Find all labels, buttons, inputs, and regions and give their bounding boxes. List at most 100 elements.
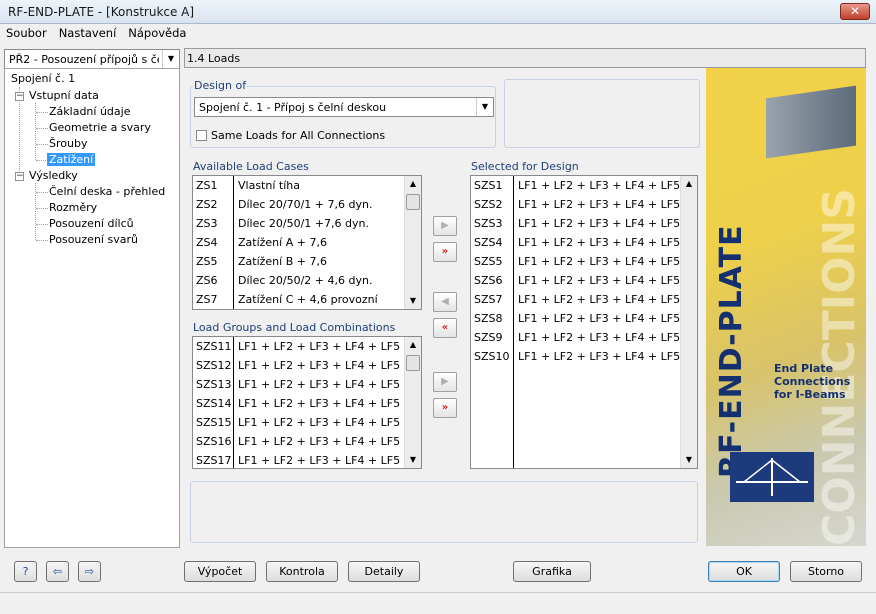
selected-list[interactable]: SZS1 LF1 + LF2 + LF3 + LF4 + LF5 + L SZS2 L… <box>470 175 698 469</box>
collapse-icon[interactable]: − <box>15 92 24 101</box>
scroll-down-icon[interactable]: ▼ <box>405 452 421 468</box>
close-button[interactable]: ✕ <box>840 3 870 20</box>
beam-image <box>766 85 856 159</box>
load-description: LF1 + LF2 + LF3 + LF4 + LF5 + L <box>518 312 698 325</box>
ok-button[interactable]: OK <box>708 561 780 582</box>
selected-scrollbar[interactable]: ▲ ▼ <box>680 176 697 468</box>
list-item[interactable]: SZS16 LF1 + LF2 + LF3 + LF4 + LF5 + LI <box>193 432 421 451</box>
load-id: ZS5 <box>196 255 218 268</box>
list-item[interactable]: SZS5 LF1 + LF2 + LF3 + LF4 + LF5 + L <box>471 252 697 271</box>
load-id: SZS14 <box>196 397 232 410</box>
tree-item-geometry[interactable]: Geometrie a svary <box>49 121 151 134</box>
groups-list[interactable]: SZS11 LF1 + LF2 + LF3 + LF4 + LF5 + LI SZS… <box>192 336 422 469</box>
list-item[interactable]: SZS15 LF1 + LF2 + LF3 + LF4 + LF5 + LI <box>193 413 421 432</box>
scroll-thumb[interactable] <box>406 194 420 210</box>
remove-all-button[interactable]: « <box>433 318 457 338</box>
navigator-tree: Spojení č. 1 − Vstupní data Základní úda… <box>4 68 180 548</box>
list-item[interactable]: SZS7 LF1 + LF2 + LF3 + LF4 + LF5 + L <box>471 290 697 309</box>
add-button[interactable]: ▶ <box>433 216 457 236</box>
tree-item-dimensions[interactable]: Rozměry <box>49 201 97 214</box>
groups-scrollbar[interactable]: ▲ ▼ <box>404 337 421 468</box>
list-item[interactable]: SZS10 LF1 + LF2 + LF3 + LF4 + LF5 + L <box>471 347 697 366</box>
load-description: Zatížení A + 7,6 <box>238 236 327 249</box>
tree-input-data[interactable]: Vstupní data <box>29 89 99 102</box>
tree-root[interactable]: Spojení č. 1 <box>11 72 75 85</box>
collapse-icon[interactable]: − <box>15 172 24 181</box>
available-list[interactable]: ZS1 Vlastní tíha ZS2 Dílec 20/70/1 + 7,6 dy… <box>192 175 422 310</box>
list-item[interactable]: SZS14 LF1 + LF2 + LF3 + LF4 + LF5 + LI <box>193 394 421 413</box>
menu-file[interactable]: Soubor <box>0 24 53 40</box>
scroll-down-icon[interactable]: ▼ <box>681 452 697 468</box>
remove-button[interactable]: ◀ <box>433 292 457 312</box>
list-item[interactable]: SZS1 LF1 + LF2 + LF3 + LF4 + LF5 + L <box>471 176 697 195</box>
scroll-thumb[interactable] <box>406 355 420 371</box>
load-description: LF1 + LF2 + LF3 + LF4 + LF5 + LI <box>238 378 422 391</box>
cancel-button[interactable]: Storno <box>790 561 862 582</box>
load-id: SZS12 <box>196 359 232 372</box>
load-description: LF1 + LF2 + LF3 + LF4 + LF5 + LI <box>238 359 422 372</box>
tree-item-weld-design[interactable]: Posouzení svarů <box>49 233 138 246</box>
tree-item-bolts[interactable]: Šrouby <box>49 137 87 150</box>
window-title: RF-END-PLATE - [Konstrukce A] <box>8 5 195 19</box>
load-id: SZS8 <box>474 312 503 325</box>
list-item[interactable]: ZS2 Dílec 20/70/1 + 7,6 dyn. <box>193 195 403 214</box>
load-description: LF1 + LF2 + LF3 + LF4 + LF5 + LI <box>238 435 422 448</box>
scroll-up-icon[interactable]: ▲ <box>405 176 421 192</box>
load-id: SZS11 <box>196 340 232 353</box>
list-item[interactable]: SZS17 LF1 + LF2 + LF3 + LF4 + LF5 + LI <box>193 451 421 468</box>
same-loads-checkbox[interactable] <box>196 130 207 141</box>
details-button[interactable]: Detaily <box>348 561 420 582</box>
panel-title: 1.4 Loads <box>187 52 241 65</box>
list-item[interactable]: SZS3 LF1 + LF2 + LF3 + LF4 + LF5 + L <box>471 214 697 233</box>
load-id: ZS6 <box>196 274 218 287</box>
module-select[interactable]: PŘ2 - Posouzení přípojů s čelní ▼ <box>4 49 180 69</box>
load-id: SZS15 <box>196 416 232 429</box>
help-icon[interactable]: ? <box>14 561 37 582</box>
export-icon[interactable]: ⇨ <box>78 561 101 582</box>
add-all-groups-button[interactable]: » <box>433 398 457 418</box>
list-item[interactable]: ZS6 Dílec 20/50/2 + 4,6 dyn. <box>193 271 403 290</box>
add-all-button[interactable]: » <box>433 242 457 262</box>
load-id: SZS2 <box>474 198 503 211</box>
tree-results[interactable]: Výsledky <box>29 169 78 182</box>
add-group-button[interactable]: ▶ <box>433 372 457 392</box>
list-item[interactable]: ZS4 Zatížení A + 7,6 <box>193 233 403 252</box>
list-item[interactable]: ZS3 Dílec 20/50/1 +7,6 dyn. <box>193 214 403 233</box>
calculate-button[interactable]: Výpočet <box>184 561 256 582</box>
list-item[interactable]: ZS5 Zatížení B + 7,6 <box>193 252 403 271</box>
load-description: LF1 + LF2 + LF3 + LF4 + LF5 + L <box>518 217 698 230</box>
load-description: LF1 + LF2 + LF3 + LF4 + LF5 + L <box>518 255 698 268</box>
design-of-label: Design of <box>193 79 248 92</box>
banner-tagline: End Plate Connections for I-Beams <box>774 362 851 401</box>
list-item[interactable]: SZS4 LF1 + LF2 + LF3 + LF4 + LF5 + L <box>471 233 697 252</box>
list-item[interactable]: SZS12 LF1 + LF2 + LF3 + LF4 + LF5 + LI <box>193 356 421 375</box>
list-item[interactable]: SZS11 LF1 + LF2 + LF3 + LF4 + LF5 + LI <box>193 337 421 356</box>
list-item[interactable]: SZS9 LF1 + LF2 + LF3 + LF4 + LF5 + L <box>471 328 697 347</box>
list-item[interactable]: ZS1 Vlastní tíha <box>193 176 403 195</box>
menu-help[interactable]: Nápověda <box>122 24 192 40</box>
info-box <box>504 79 700 148</box>
check-button[interactable]: Kontrola <box>266 561 338 582</box>
tree-item-loads[interactable]: Zatížení <box>47 153 96 166</box>
scroll-up-icon[interactable]: ▲ <box>681 176 697 192</box>
list-item[interactable]: SZS2 LF1 + LF2 + LF3 + LF4 + LF5 + L <box>471 195 697 214</box>
tree-item-plate-overview[interactable]: Čelní deska - přehled <box>49 185 165 198</box>
graphics-button[interactable]: Grafika <box>513 561 591 582</box>
tree-item-member-design[interactable]: Posouzení dílců <box>49 217 134 230</box>
import-icon[interactable]: ⇦ <box>46 561 69 582</box>
load-id: ZS2 <box>196 198 218 211</box>
available-label: Available Load Cases <box>193 160 309 173</box>
same-loads-label: Same Loads for All Connections <box>211 129 386 142</box>
list-item[interactable]: SZS13 LF1 + LF2 + LF3 + LF4 + LF5 + LI <box>193 375 421 394</box>
load-description: LF1 + LF2 + LF3 + LF4 + LF5 + LI <box>238 340 422 353</box>
load-id: SZS16 <box>196 435 232 448</box>
list-item[interactable]: SZS6 LF1 + LF2 + LF3 + LF4 + LF5 + L <box>471 271 697 290</box>
menu-settings[interactable]: Nastavení <box>53 24 123 40</box>
connection-select[interactable]: Spojení č. 1 - Přípoj s čelní deskou ▼ <box>194 97 494 117</box>
available-scrollbar[interactable]: ▲ ▼ <box>404 176 421 309</box>
scroll-up-icon[interactable]: ▲ <box>405 337 421 353</box>
list-item[interactable]: SZS8 LF1 + LF2 + LF3 + LF4 + LF5 + L <box>471 309 697 328</box>
scroll-down-icon[interactable]: ▼ <box>405 293 421 309</box>
list-item[interactable]: ZS7 Zatížení C + 4,6 provozní <box>193 290 403 309</box>
tree-item-basic-data[interactable]: Základní údaje <box>49 105 130 118</box>
